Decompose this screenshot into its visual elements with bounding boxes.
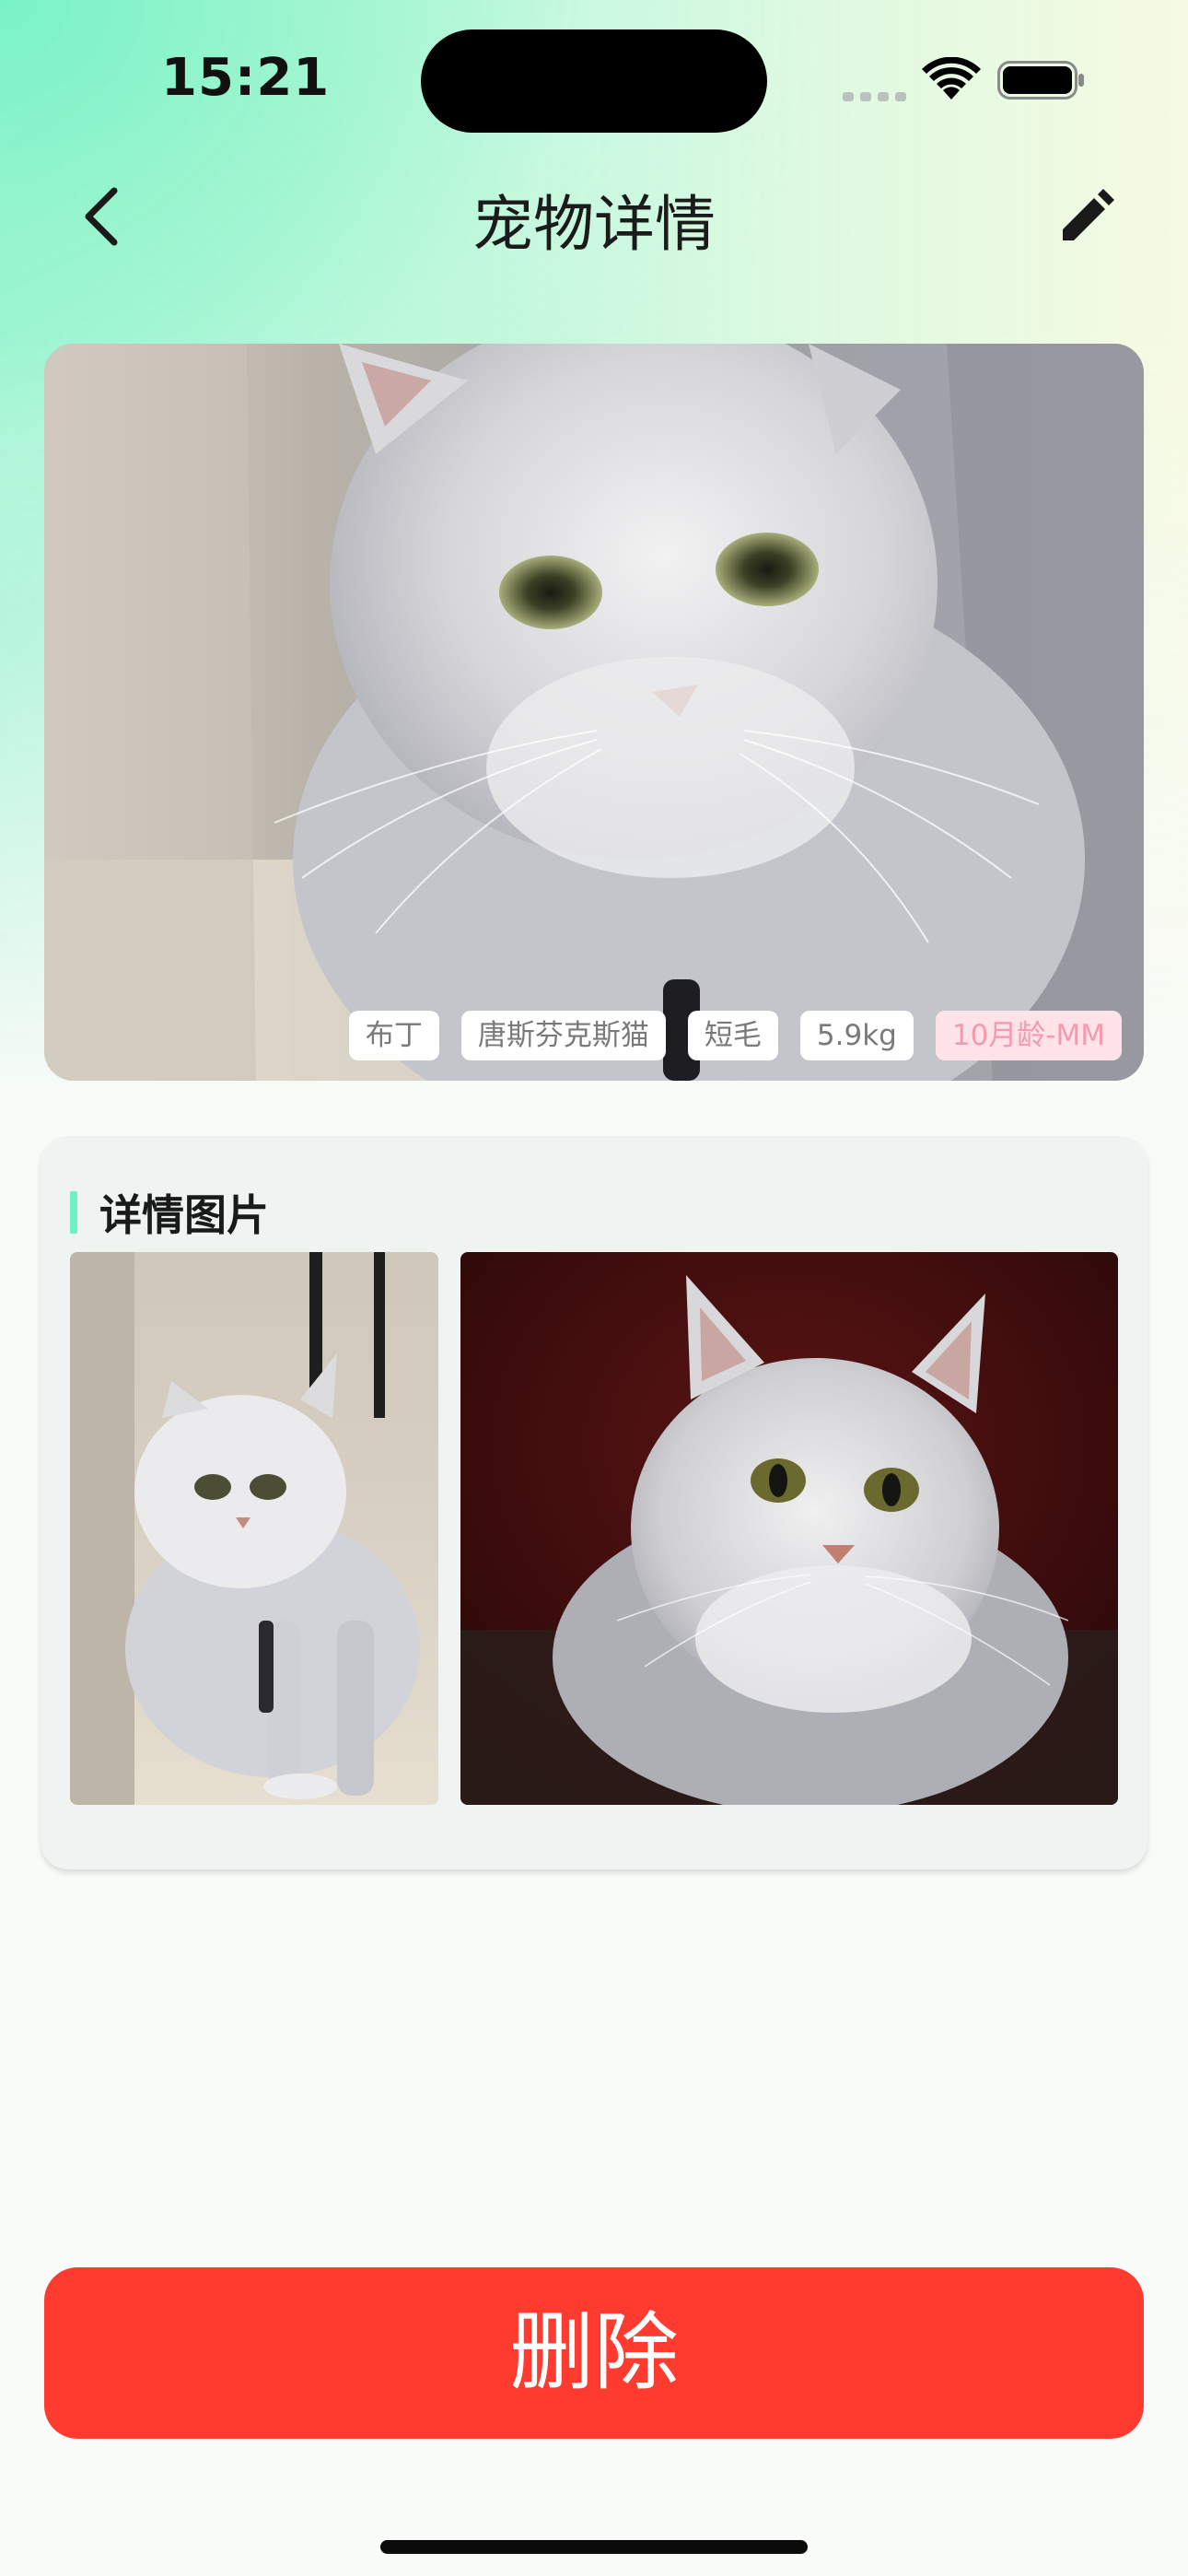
cat-photo-illustration xyxy=(460,1252,1118,1805)
detail-photo-2[interactable] xyxy=(460,1252,1118,1805)
section-accent-bar xyxy=(70,1191,77,1234)
pencil-icon xyxy=(1063,189,1114,240)
edit-button[interactable] xyxy=(1050,180,1124,253)
tag-coat: 短毛 xyxy=(687,1011,778,1060)
delete-button[interactable]: 删除 xyxy=(44,2267,1144,2439)
detail-photo-1[interactable] xyxy=(70,1252,438,1805)
back-button[interactable] xyxy=(64,180,138,253)
home-indicator[interactable] xyxy=(380,2540,808,2554)
status-time: 15:21 xyxy=(161,48,331,108)
cat-photo-illustration xyxy=(44,344,1144,1081)
page-title: 宠物详情 xyxy=(472,189,716,260)
detail-images-card: 详情图片 xyxy=(41,1136,1147,1869)
tag-age-gender: 10月龄-MM xyxy=(935,1011,1122,1060)
section-title: 详情图片 xyxy=(99,1190,269,1240)
cat-photo-illustration xyxy=(70,1252,438,1805)
wifi-icon xyxy=(922,57,981,100)
cellular-signal-icon xyxy=(843,85,907,101)
pet-hero-photo: 布丁 唐斯芬克斯猫 短毛 5.9kg 10月龄-MM xyxy=(44,344,1144,1081)
tag-weight: 5.9kg xyxy=(799,1011,914,1060)
dynamic-island xyxy=(421,29,767,133)
tag-name: 布丁 xyxy=(348,1011,439,1060)
tag-breed: 唐斯芬克斯猫 xyxy=(460,1011,666,1060)
chevron-left-icon xyxy=(85,187,118,246)
pet-tag-list: 布丁 唐斯芬克斯猫 短毛 5.9kg 10月龄-MM xyxy=(348,1011,1122,1060)
battery-icon xyxy=(997,61,1084,100)
